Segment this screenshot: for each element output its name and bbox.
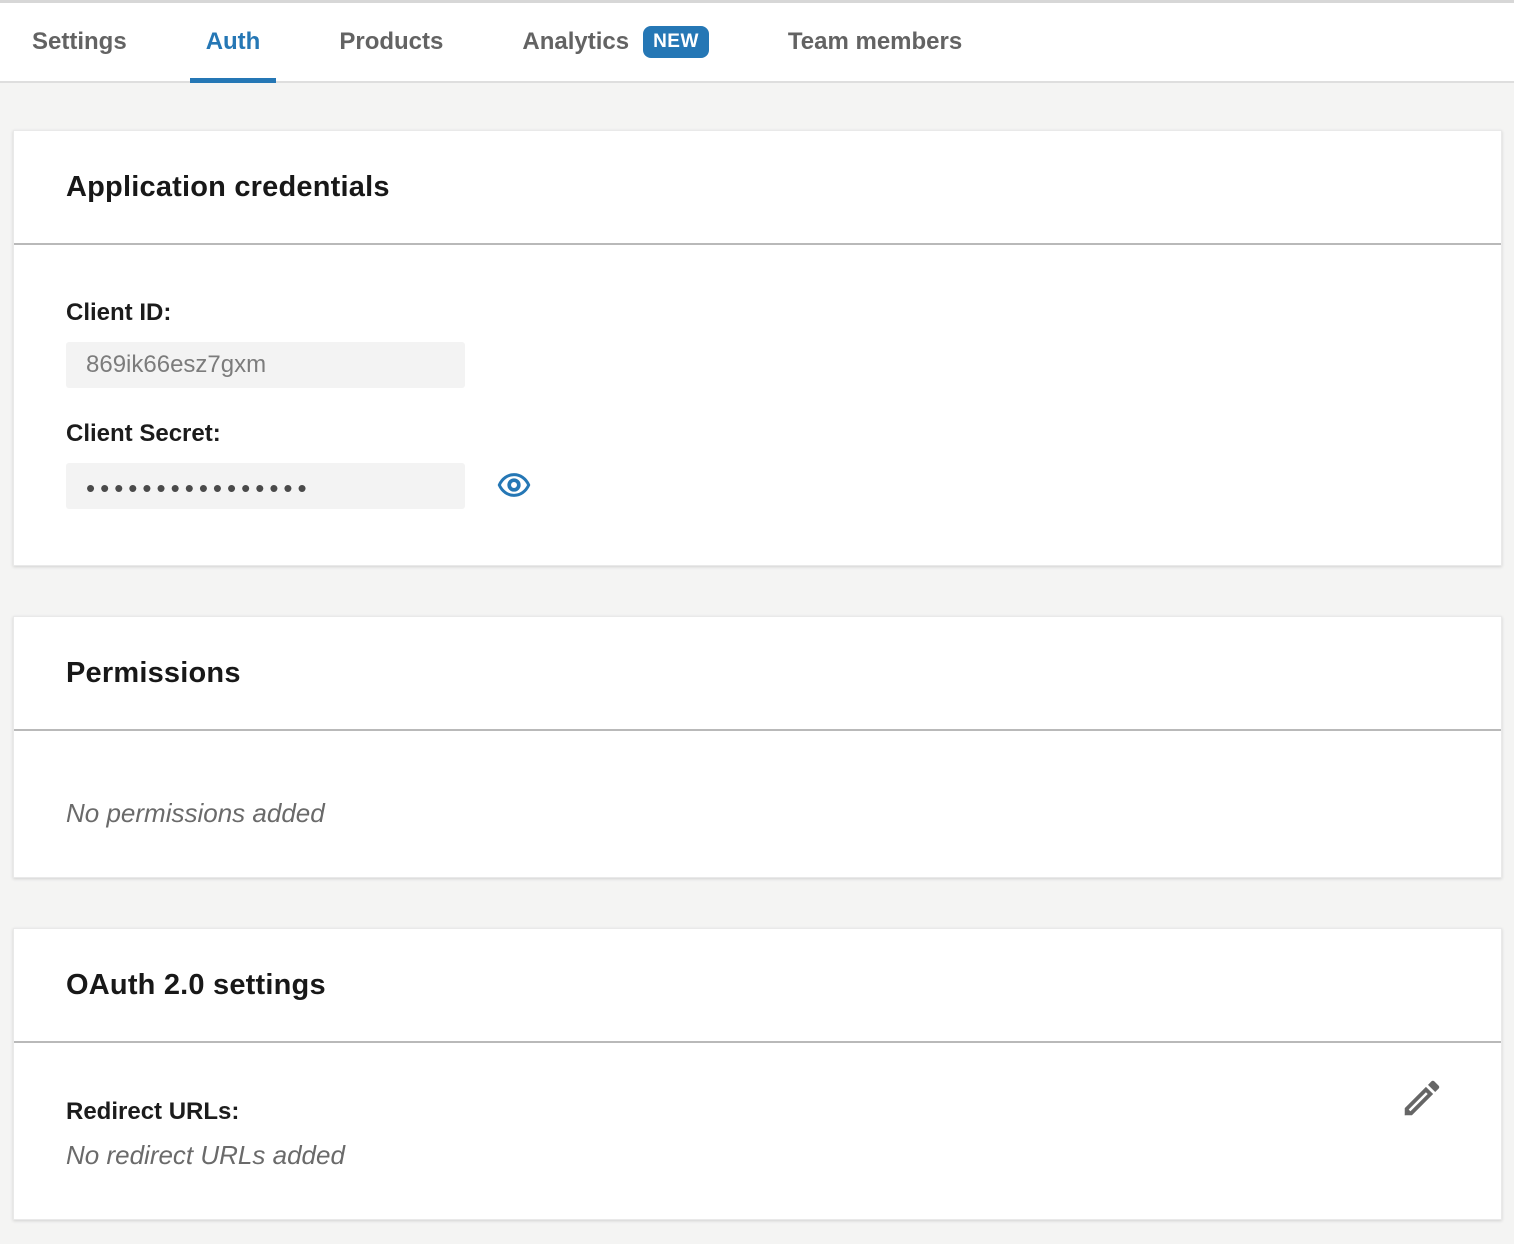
tab-settings-label: Settings	[32, 28, 127, 56]
application-credentials-card: Application credentials Client ID: 869ik…	[13, 130, 1502, 566]
application-credentials-header: Application credentials	[14, 131, 1501, 245]
tab-analytics[interactable]: Analytics NEW	[506, 3, 725, 81]
new-badge: NEW	[643, 26, 709, 58]
client-id-field[interactable]: 869ik66esz7gxm	[66, 342, 465, 388]
oauth-settings-header: OAuth 2.0 settings	[14, 929, 1501, 1043]
application-credentials-body: Client ID: 869ik66esz7gxm Client Secret:…	[14, 245, 1501, 565]
tab-bar: Settings Auth Products Analytics NEW Tea…	[0, 0, 1514, 83]
permissions-title: Permissions	[66, 657, 241, 690]
oauth-settings-title: OAuth 2.0 settings	[66, 969, 326, 1002]
client-secret-label: Client Secret:	[66, 420, 1449, 448]
tab-products[interactable]: Products	[323, 3, 459, 81]
main-content: Application credentials Client ID: 869ik…	[13, 130, 1502, 1220]
reveal-secret-button[interactable]	[497, 468, 531, 502]
application-credentials-title: Application credentials	[66, 171, 390, 204]
tab-auth-label: Auth	[206, 28, 261, 56]
tab-analytics-label: Analytics	[522, 28, 629, 56]
client-id-label: Client ID:	[66, 299, 1449, 327]
tab-products-label: Products	[339, 28, 443, 56]
tab-team-members-label: Team members	[788, 28, 962, 56]
permissions-card: Permissions No permissions added	[13, 616, 1502, 878]
permissions-body: No permissions added	[14, 731, 1501, 877]
oauth-settings-body: Redirect URLs: No redirect URLs added	[14, 1043, 1501, 1219]
permissions-empty-message: No permissions added	[66, 798, 1449, 829]
pencil-icon	[1399, 1109, 1445, 1124]
permissions-header: Permissions	[14, 617, 1501, 731]
oauth-settings-card: OAuth 2.0 settings Redirect URLs: No red…	[13, 928, 1502, 1220]
redirect-urls-empty-message: No redirect URLs added	[66, 1140, 1449, 1171]
tab-auth[interactable]: Auth	[190, 3, 277, 81]
eye-icon	[497, 490, 531, 505]
tab-team-members[interactable]: Team members	[772, 3, 978, 81]
client-secret-field[interactable]: ••••••••••••••••	[66, 463, 465, 509]
client-secret-row: ••••••••••••••••	[66, 448, 1449, 509]
edit-redirect-urls-button[interactable]	[1399, 1075, 1445, 1121]
redirect-urls-label: Redirect URLs:	[66, 1098, 1449, 1126]
tab-settings[interactable]: Settings	[16, 3, 143, 81]
